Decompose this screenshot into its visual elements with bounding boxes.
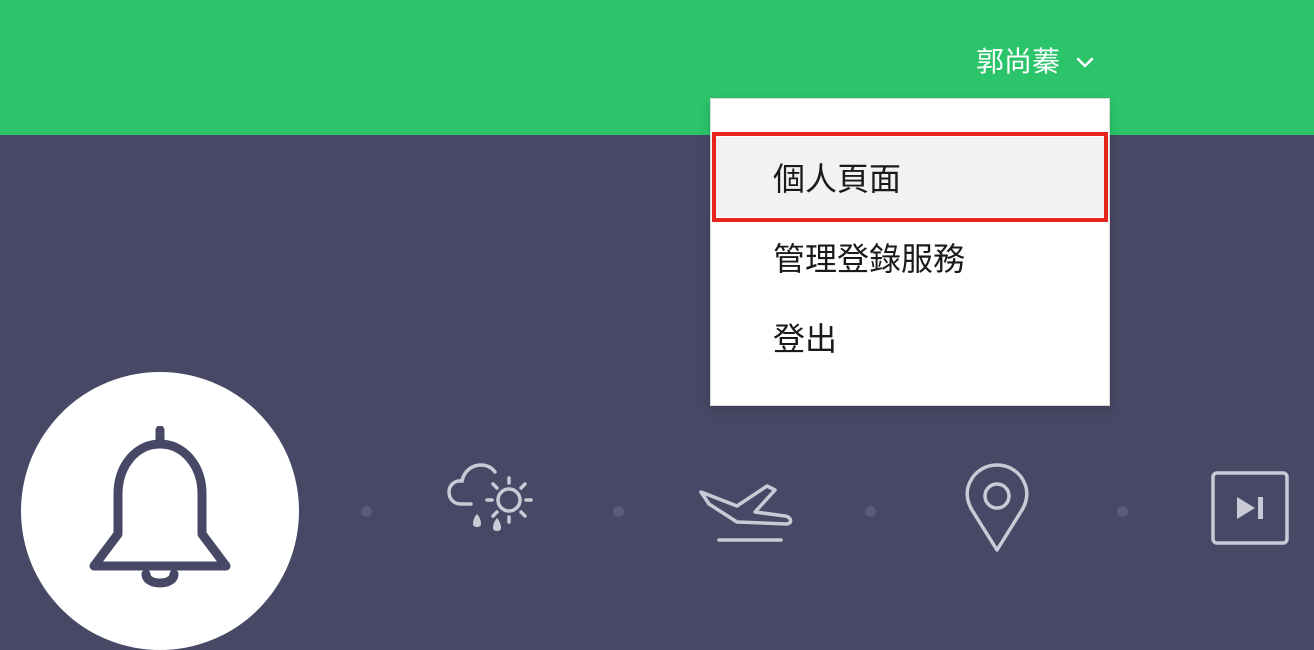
menu-item-label: 個人頁面 xyxy=(773,160,902,198)
menu-item-profile[interactable]: 個人頁面 xyxy=(711,137,1109,217)
separator-dot xyxy=(865,506,876,517)
top-header-bar xyxy=(0,0,1314,135)
feature-weather-button[interactable] xyxy=(445,460,543,540)
menu-item-label: 登出 xyxy=(773,320,838,358)
bell-icon xyxy=(89,426,231,588)
user-name: 郭尚蓁 xyxy=(976,45,1061,78)
menu-item-logout[interactable]: 登出 xyxy=(711,297,1109,377)
user-menu-toggle[interactable]: 郭尚蓁 xyxy=(976,42,1096,82)
feature-bell-button[interactable] xyxy=(21,372,299,650)
weather-icon xyxy=(447,463,533,531)
menu-item-label: 管理登錄服務 xyxy=(773,240,966,278)
chevron-down-icon xyxy=(1074,51,1096,73)
flight-icon xyxy=(699,484,793,542)
feature-next-button[interactable] xyxy=(1211,471,1289,549)
separator-dot xyxy=(1117,506,1128,517)
skip-next-icon xyxy=(1211,471,1289,545)
feature-location-button[interactable] xyxy=(962,462,1032,558)
feature-flight-button[interactable] xyxy=(697,478,797,548)
user-dropdown-menu: 個人頁面 管理登錄服務 登出 xyxy=(710,98,1110,406)
separator-dot xyxy=(613,506,624,517)
separator-dot xyxy=(361,506,372,517)
menu-item-manage-login-services[interactable]: 管理登錄服務 xyxy=(711,217,1109,297)
location-pin-icon xyxy=(965,463,1029,552)
